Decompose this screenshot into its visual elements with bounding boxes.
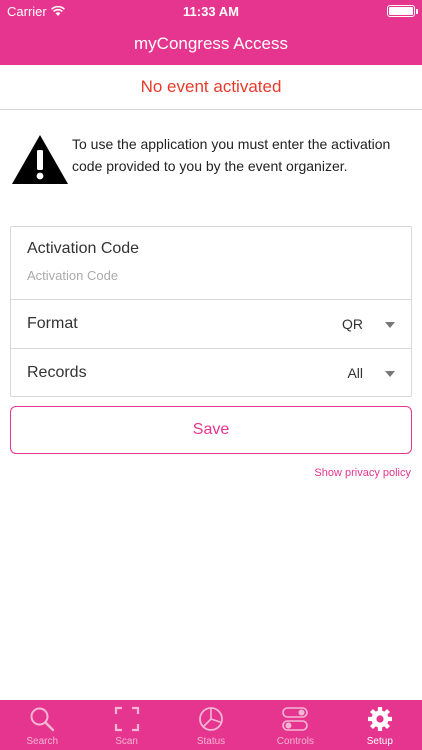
setup-form: Activation Code Activation Code Format Q… <box>10 226 412 397</box>
tab-setup[interactable]: Setup <box>338 700 422 750</box>
battery-icon <box>387 5 418 17</box>
status-pie-icon <box>199 707 223 731</box>
tab-search[interactable]: Search <box>0 700 84 750</box>
notice-text: To use the application you must enter th… <box>72 136 391 174</box>
tab-controls[interactable]: Controls <box>253 700 337 750</box>
top-bar: Carrier 11:33 AM myCongress Access <box>0 0 422 65</box>
tab-label: Status <box>196 736 226 747</box>
tab-label: Controls <box>276 736 315 747</box>
tab-bar: Search Scan Status Controls Setup <box>0 700 422 750</box>
format-label: Format <box>27 315 78 332</box>
activation-code-field[interactable]: Activation Code Activation Code <box>11 227 411 300</box>
status-time: 11:33 AM <box>183 4 239 19</box>
chevron-down-icon <box>385 371 395 377</box>
gear-icon <box>367 707 392 731</box>
warning-icon <box>12 135 68 184</box>
search-icon <box>30 707 55 732</box>
activation-code-label: Activation Code <box>27 240 140 257</box>
toggles-icon <box>282 707 309 731</box>
privacy-policy-link[interactable]: Show privacy policy <box>314 467 411 479</box>
event-status-banner: No event activated <box>0 65 422 110</box>
tab-label: Search <box>26 736 59 747</box>
records-select[interactable]: Records All <box>11 349 411 397</box>
format-value: QR <box>342 316 363 332</box>
page-title: myCongress Access <box>134 34 288 53</box>
records-value: All <box>347 365 363 381</box>
save-button[interactable]: Save <box>10 406 412 454</box>
tab-status[interactable]: Status <box>169 700 253 750</box>
scan-icon <box>114 706 139 732</box>
activation-code-input[interactable]: Activation Code <box>27 268 118 283</box>
status-bar: Carrier 11:33 AM <box>0 0 422 22</box>
activation-notice: To use the application you must enter th… <box>10 133 412 186</box>
tab-label: Scan <box>115 736 138 747</box>
chevron-down-icon <box>385 322 395 328</box>
format-select[interactable]: Format QR <box>11 300 411 349</box>
tab-label: Setup <box>366 736 393 747</box>
records-label: Records <box>27 364 87 381</box>
tab-scan[interactable]: Scan <box>84 700 168 750</box>
